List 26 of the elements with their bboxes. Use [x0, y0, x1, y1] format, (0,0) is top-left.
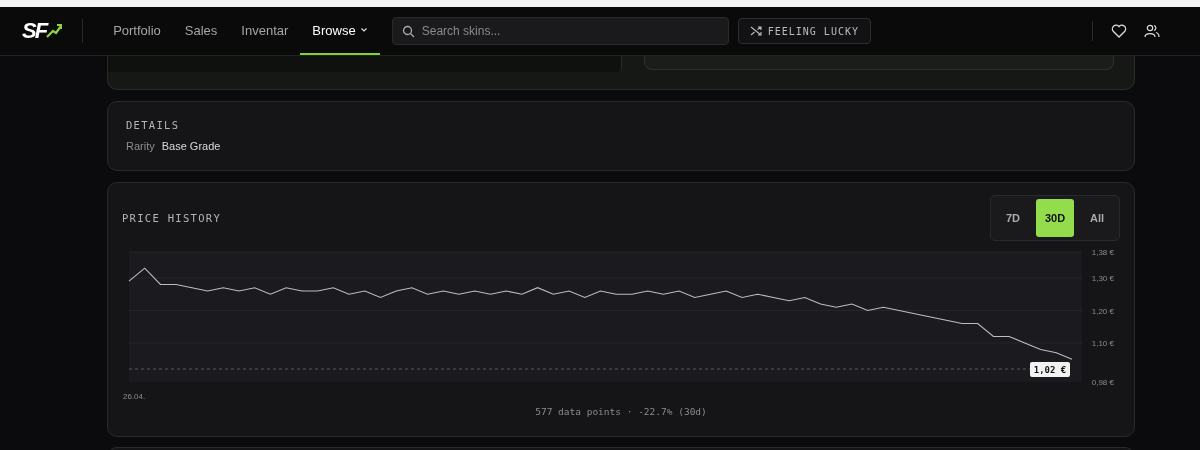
trend-arrow-icon: [46, 23, 63, 39]
field-value: Base Grade: [161, 140, 221, 152]
axis-label: 1,30 €: [1091, 274, 1114, 283]
axis-label: 26.04.: [123, 392, 146, 401]
feeling-lucky-button[interactable]: FEELING LUCKY: [737, 18, 871, 44]
price-tag: 1,02 €: [1030, 362, 1070, 377]
section-title: PRICE HISTORY: [122, 212, 222, 224]
search-icon: [401, 25, 415, 38]
section-title: DETAILS: [126, 119, 181, 131]
axis-label: 0,98 €: [1091, 378, 1114, 387]
range-tab[interactable]: 7D: [994, 199, 1032, 237]
axis-label: 1,20 €: [1091, 306, 1114, 316]
nav-link[interactable]: Sales: [172, 7, 230, 55]
logo[interactable]: SF: [22, 18, 63, 44]
nav-link[interactable]: Inventar: [229, 7, 301, 55]
search-field[interactable]: Search skins...: [391, 17, 729, 45]
chart-summary: 577 data points · -22.7% (30d): [535, 406, 707, 417]
range-tab[interactable]: All: [1078, 199, 1116, 237]
axis-label: 1,38 €: [1091, 248, 1114, 257]
users-icon[interactable]: [1144, 23, 1160, 39]
nav-link[interactable]: Portfolio: [101, 7, 173, 55]
heart-icon[interactable]: [1111, 23, 1127, 39]
range-tab[interactable]: 30D: [1036, 199, 1074, 237]
field-label: Rarity: [126, 140, 155, 152]
shuffle-icon: [749, 25, 762, 37]
axis-label: 1,10 €: [1091, 339, 1114, 348]
